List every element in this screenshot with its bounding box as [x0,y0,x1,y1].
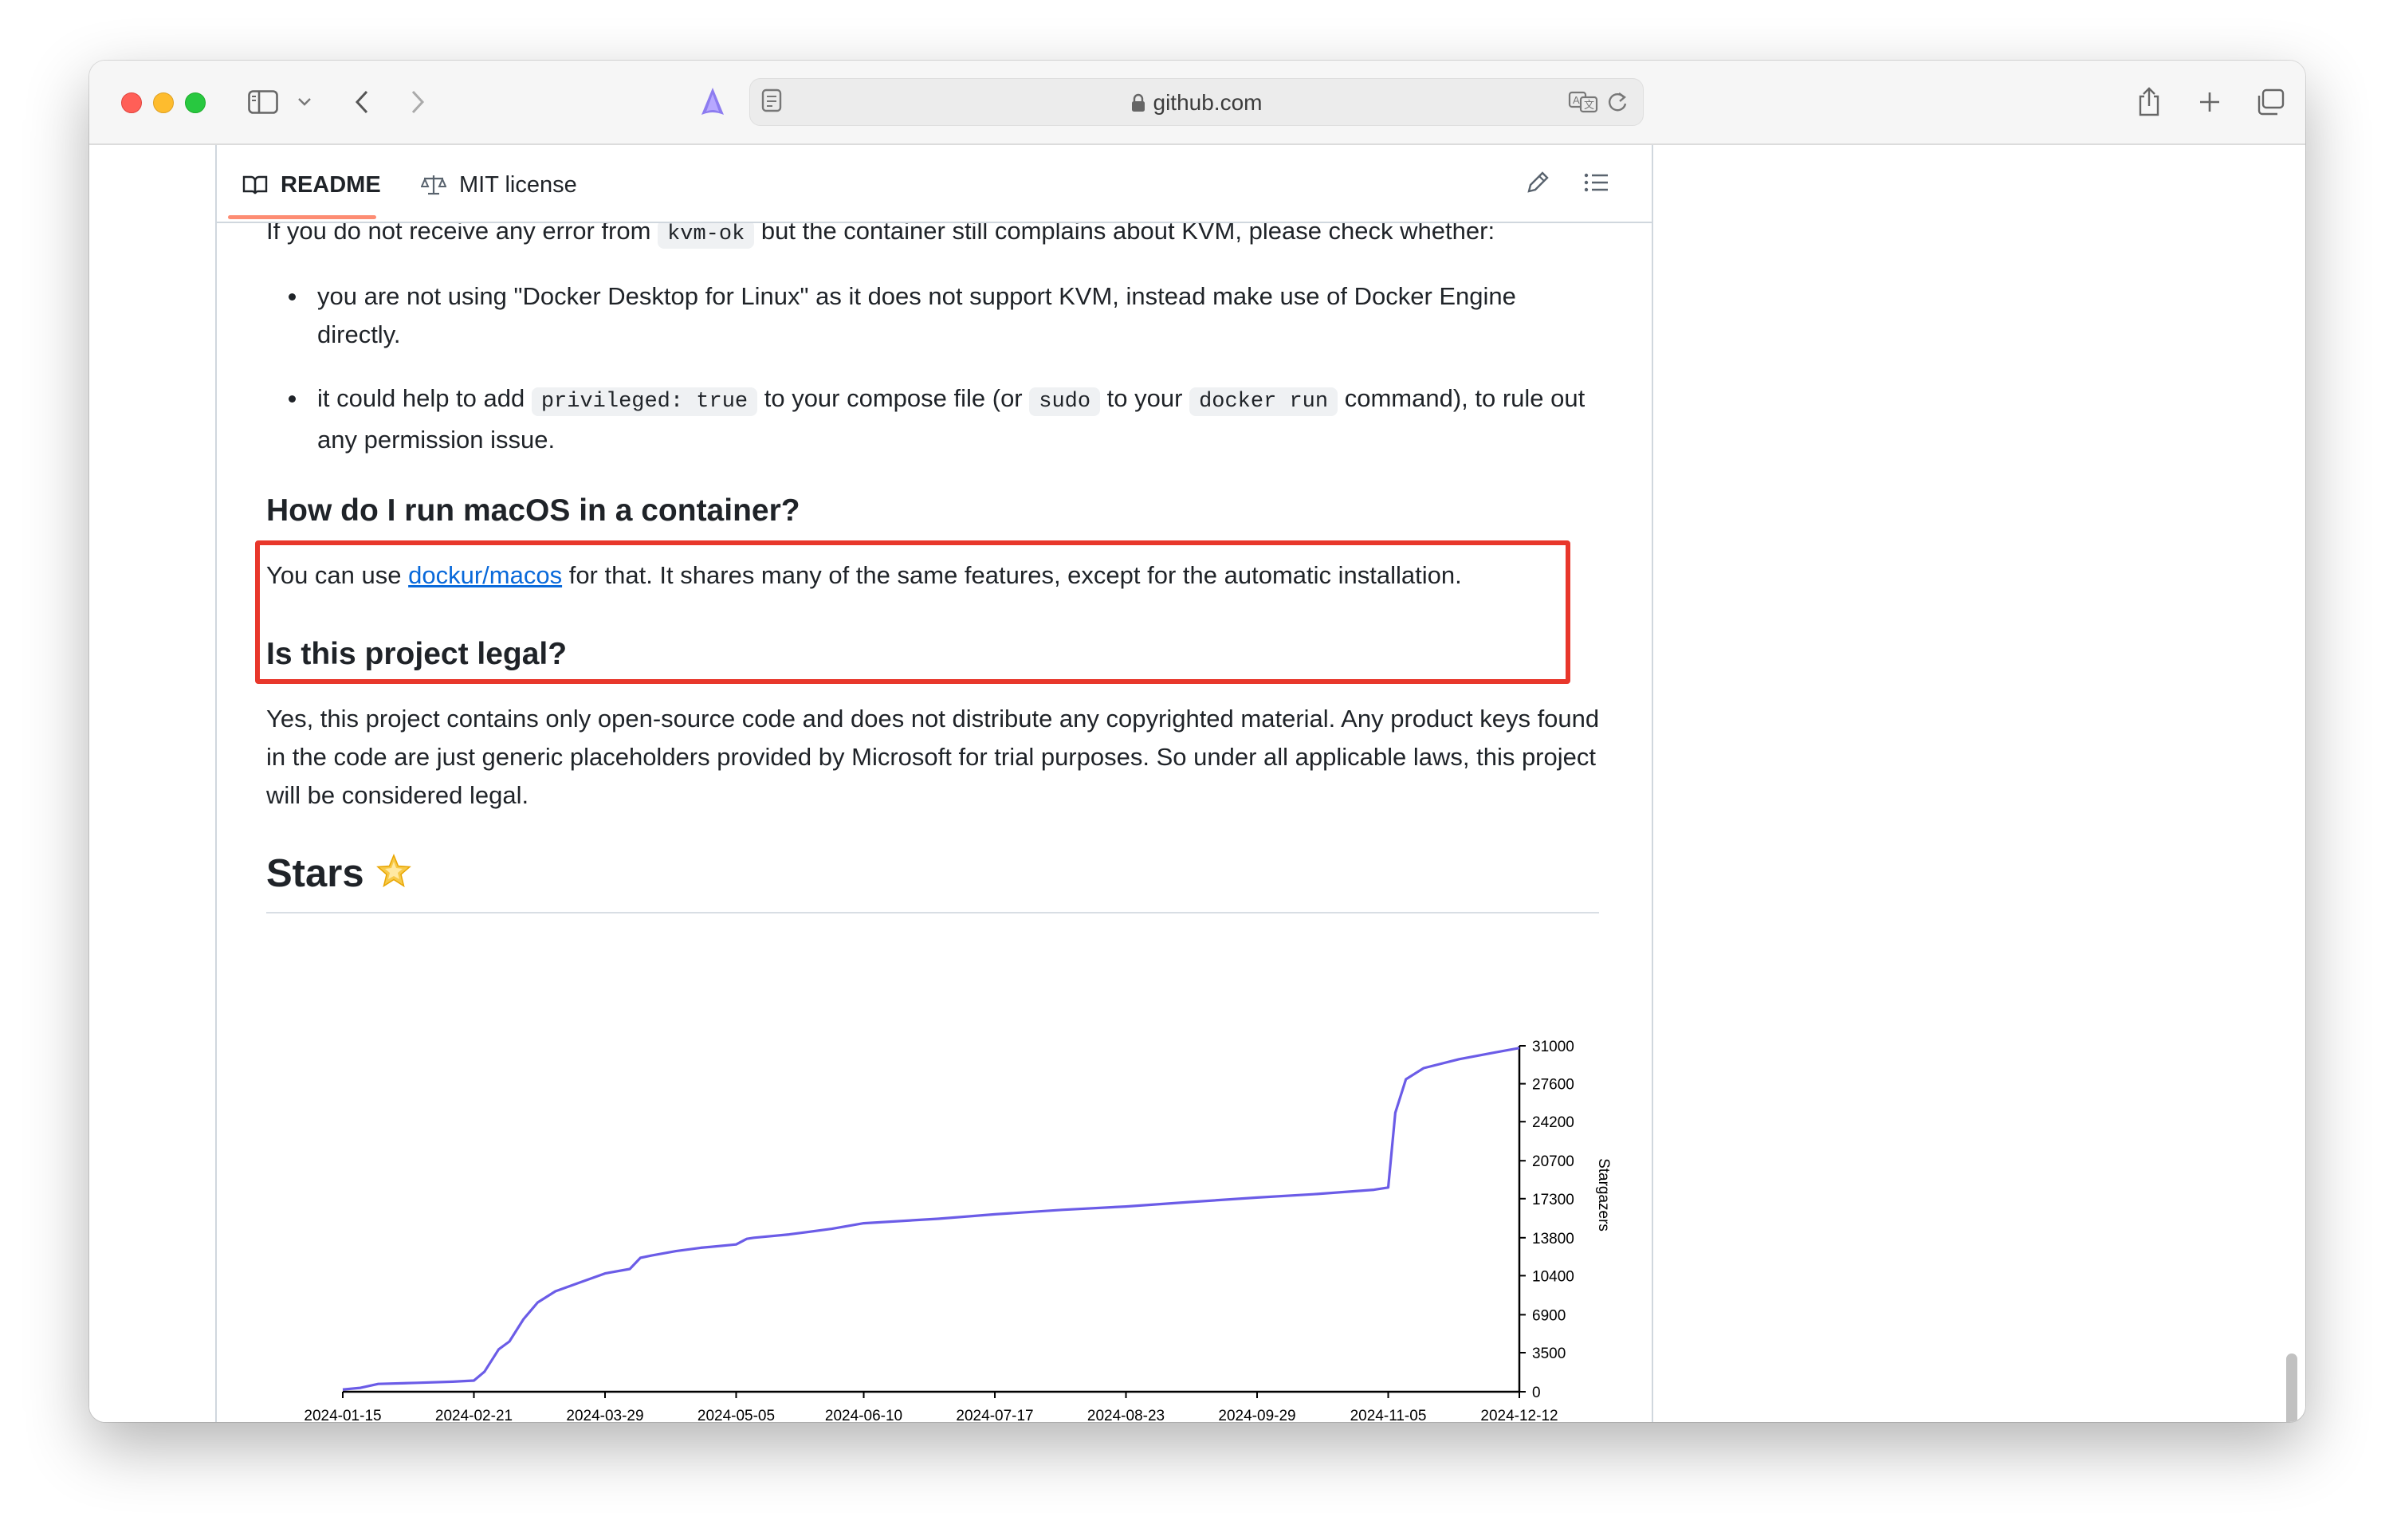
macos-text-a: You can use [266,561,409,589]
close-window-button[interactable] [121,92,142,113]
scale-icon [421,174,446,196]
zoom-window-button[interactable] [185,92,206,113]
heading-divider [266,912,1599,913]
code-privileged: privileged: true [531,387,758,416]
tab-overview-icon[interactable] [2253,86,2288,118]
y-tick-label: 20700 [1532,1153,1574,1170]
list-item-text: it could help to add privileged: true to… [317,379,1601,459]
y-tick-label: 17300 [1532,1192,1574,1208]
back-icon[interactable] [346,86,378,118]
y-tick-label: 6900 [1532,1307,1566,1324]
macos-paragraph: You can use dockur/macos for that. It sh… [266,556,1605,595]
sidebar-icon[interactable] [246,86,281,118]
heading-legal: Is this project legal? [266,637,568,671]
stars-chart-svg: 2024-01-15 2024-02-21 2024-03-29 2024-05-05… [304,1039,1612,1422]
bullet-dot [289,293,296,301]
heading-stars: Stars [266,850,412,901]
new-tab-icon[interactable] [2194,86,2226,118]
scrollbar-thumb[interactable] [2286,1353,2297,1422]
tab-readme[interactable]: README [242,169,381,201]
x-tick-label: 2024-07-17 [956,1408,1033,1422]
stars-heading-text: Stars [266,852,364,895]
list-item-text: you are not using "Docker Desktop for Li… [317,282,1516,348]
web-page: README MIT license If you do not receive… [89,145,2305,1422]
x-tick-label: 2024-06-10 [825,1408,902,1422]
chevron-down-icon[interactable] [295,86,314,118]
x-tick-label: 2024-01-15 [304,1408,381,1422]
code-docker-run: docker run [1189,387,1338,416]
x-tick-label: 2024-03-29 [566,1408,643,1422]
glowing-star-icon [375,854,412,898]
x-tick-label: 2024-09-29 [1218,1408,1295,1422]
tab-mit-license-label: MIT license [459,171,577,198]
browser-window: github.com A文 README MIT license If you … [89,61,2305,1422]
y-tick-label: 24200 [1532,1114,1574,1131]
browser-toolbar: github.com A文 [89,61,2305,145]
share-icon[interactable] [2133,86,2165,118]
y-tick-label: 27600 [1532,1077,1574,1094]
stars-chart: 2024-01-15 2024-02-21 2024-03-29 2024-05-05… [266,1014,1637,1422]
address-text[interactable]: github.com [750,90,1643,118]
heading-macos: How do I run macOS in a container? [266,493,800,528]
x-tick-label: 2024-11-05 [1350,1408,1427,1422]
x-tick-label: 2024-08-23 [1087,1408,1165,1422]
active-tab-indicator [228,215,376,219]
extension-icon[interactable] [697,86,729,118]
bullet2-text-c: to your [1100,384,1190,412]
x-tick-label: 2024-02-21 [435,1408,513,1422]
svg-text:文: 文 [1584,99,1594,111]
y-tick-label: 10400 [1532,1268,1574,1285]
page-scrollbar[interactable] [2285,145,2301,1422]
bullet2-text-b: to your compose file (or [757,384,1030,412]
edit-pencil-icon[interactable] [1524,169,1551,200]
x-tick-label: 2024-12-12 [1480,1408,1558,1422]
code-sudo: sudo [1029,387,1101,416]
legal-paragraph: Yes, this project contains only open-sou… [266,705,1600,809]
bullet2-text-a: it could help to add [317,384,532,412]
lock-icon [1131,92,1145,118]
forward-icon[interactable] [402,86,434,118]
address-url: github.com [1153,90,1263,115]
y-tick-label: 3500 [1532,1346,1566,1362]
y-tick-label: 13800 [1532,1231,1574,1247]
book-icon [242,175,268,195]
tab-mit-license[interactable]: MIT license [421,169,577,201]
translate-icon[interactable]: A文 [1568,90,1598,118]
x-tick-label: 2024-05-05 [697,1408,775,1422]
y-axis-label: Stargazers [1595,1158,1612,1232]
svg-text:A: A [1573,94,1580,106]
minimize-window-button[interactable] [153,92,174,113]
macos-text-b: for that. It shares many of the same fea… [562,561,1462,589]
bullet-dot [289,395,296,403]
y-tick-label: 0 [1532,1385,1541,1401]
list-item: you are not using "Docker Desktop for Li… [266,277,1605,354]
tab-readme-label: README [281,171,381,198]
outline-list-icon[interactable] [1583,169,1610,200]
code-kvm-ok: kvm-ok [658,220,755,249]
dockur-macos-link[interactable]: dockur/macos [408,561,562,589]
y-tick-label: 31000 [1532,1039,1574,1055]
stargazers-line [342,1047,1520,1391]
reload-icon[interactable] [1606,90,1629,118]
address-bar[interactable]: github.com A文 [749,78,1644,126]
readme-box: README MIT license If you do not receive… [215,145,1653,1422]
list-item: it could help to add privileged: true to… [266,379,1605,456]
readme-tab-bar: README MIT license [217,145,1652,223]
